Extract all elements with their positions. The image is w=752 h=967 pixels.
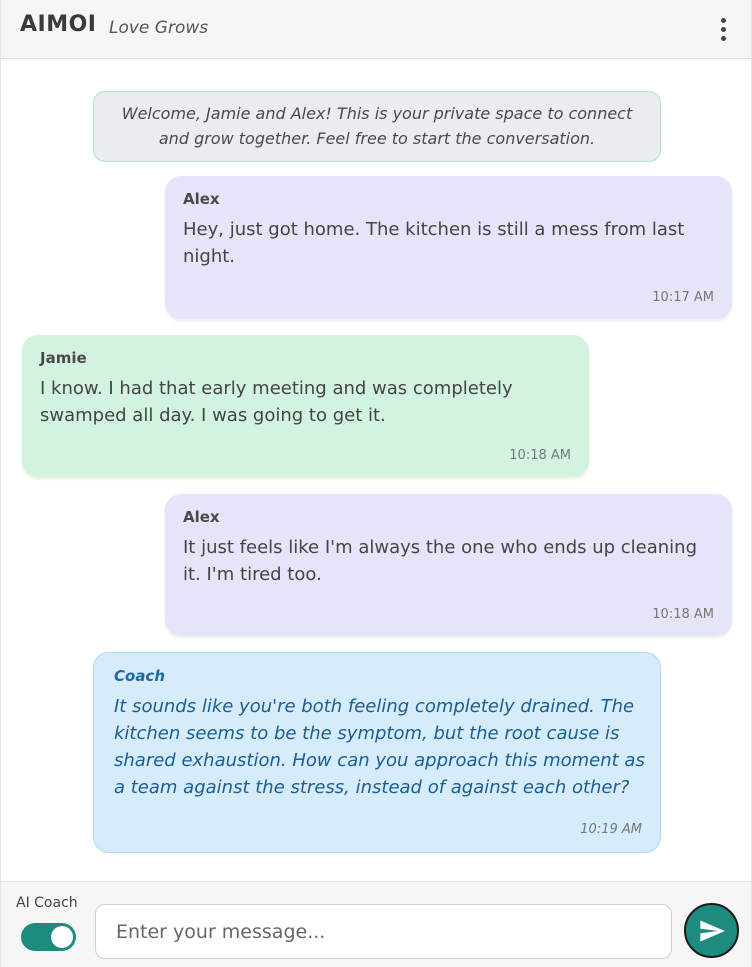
ai-coach-label: AI Coach — [16, 895, 78, 911]
message-sender: Alex — [183, 190, 220, 208]
message-timestamp: 10:19 AM — [580, 822, 642, 837]
welcome-message: Welcome, Jamie and Alex! This is your pr… — [93, 91, 661, 162]
send-arrow-icon — [699, 920, 725, 941]
menu-dot — [720, 35, 726, 41]
message-sender: Jamie — [40, 349, 87, 367]
message-bubble-alex: Alex It just feels like I'm always the o… — [165, 494, 732, 636]
message-sender: Coach — [114, 667, 166, 685]
send-button[interactable] — [684, 903, 739, 958]
message-timestamp: 10:18 AM — [652, 607, 714, 622]
message-bubble-alex: Alex Hey, just got home. The kitchen is … — [165, 176, 732, 319]
ai-coach-toggle[interactable] — [21, 923, 76, 951]
chat-app: AIMOI Love Grows Welcome, Jamie and Alex… — [0, 0, 752, 967]
message-text: It sounds like you're both feeling compl… — [114, 696, 645, 798]
more-vertical-icon[interactable] — [713, 13, 733, 45]
menu-dot — [720, 26, 726, 32]
brand-logo: AIMOI — [20, 12, 97, 37]
message-timestamp: 10:18 AM — [509, 448, 571, 463]
message-list[interactable]: Welcome, Jamie and Alex! This is your pr… — [1, 59, 751, 881]
app-header: AIMOI Love Grows — [1, 0, 751, 59]
message-bubble-jamie: Jamie I know. I had that early meeting a… — [22, 335, 589, 477]
message-bubble-coach: Coach It sounds like you're both feeling… — [93, 652, 661, 853]
message-text: It just feels like I'm always the one wh… — [183, 537, 698, 585]
menu-dot — [720, 17, 726, 23]
composer: AI Coach — [1, 881, 751, 967]
message-timestamp: 10:17 AM — [652, 290, 714, 305]
brand-tagline: Love Grows — [109, 18, 209, 38]
message-text: Hey, just got home. The kitchen is still… — [183, 219, 685, 267]
toggle-knob — [51, 926, 73, 948]
message-text: I know. I had that early meeting and was… — [40, 378, 513, 426]
message-sender: Alex — [183, 508, 220, 526]
message-input[interactable] — [95, 904, 672, 959]
